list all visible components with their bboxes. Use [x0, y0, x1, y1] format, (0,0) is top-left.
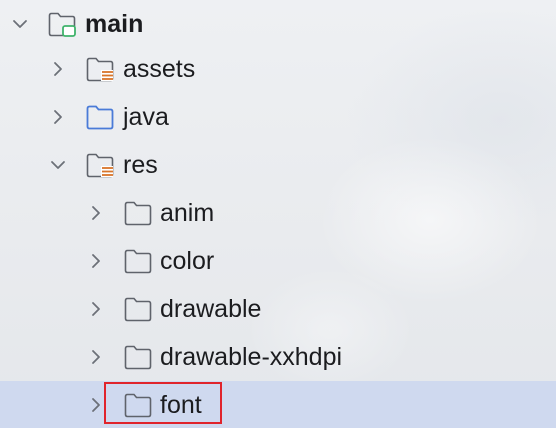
tree-row-assets[interactable]: assets: [0, 45, 556, 93]
folder-icon: [124, 201, 152, 226]
chevron-down-icon[interactable]: [48, 155, 68, 175]
chevron-right-icon[interactable]: [86, 251, 106, 271]
tree-item-label: color: [160, 247, 215, 275]
source-folder-icon: [86, 105, 114, 130]
chevron-right-icon[interactable]: [48, 59, 68, 79]
chevron-down-icon[interactable]: [10, 14, 30, 34]
chevron-right-icon[interactable]: [48, 107, 68, 127]
chevron-right-icon[interactable]: [86, 347, 106, 367]
highlight-box: [104, 382, 222, 424]
tree-item-label: assets: [123, 55, 196, 83]
folder-icon: [124, 297, 152, 322]
module-folder-icon: [48, 12, 76, 37]
chevron-right-icon[interactable]: [86, 395, 106, 415]
tree-row-color[interactable]: color: [0, 237, 556, 285]
tree-row-main[interactable]: main: [0, 0, 556, 48]
project-tree: main assets java res anim color drawable…: [0, 0, 556, 428]
tree-row-font[interactable]: font: [0, 381, 556, 428]
chevron-right-icon[interactable]: [86, 299, 106, 319]
resource-folder-icon: [86, 57, 114, 82]
resource-folder-icon: [86, 153, 114, 178]
tree-row-java[interactable]: java: [0, 93, 556, 141]
tree-row-anim[interactable]: anim: [0, 189, 556, 237]
tree-row-drawable[interactable]: drawable: [0, 285, 556, 333]
tree-item-label: anim: [160, 199, 215, 227]
tree-item-label: res: [123, 151, 158, 179]
folder-icon: [124, 249, 152, 274]
tree-item-label: drawable: [160, 295, 262, 323]
tree-item-label: main: [85, 10, 144, 38]
tree-row-res[interactable]: res: [0, 141, 556, 189]
tree-item-label: java: [123, 103, 169, 131]
folder-icon: [124, 345, 152, 370]
tree-row-drawable-xxhdpi[interactable]: drawable-xxhdpi: [0, 333, 556, 381]
tree-item-label: drawable-xxhdpi: [160, 343, 343, 371]
chevron-right-icon[interactable]: [86, 203, 106, 223]
